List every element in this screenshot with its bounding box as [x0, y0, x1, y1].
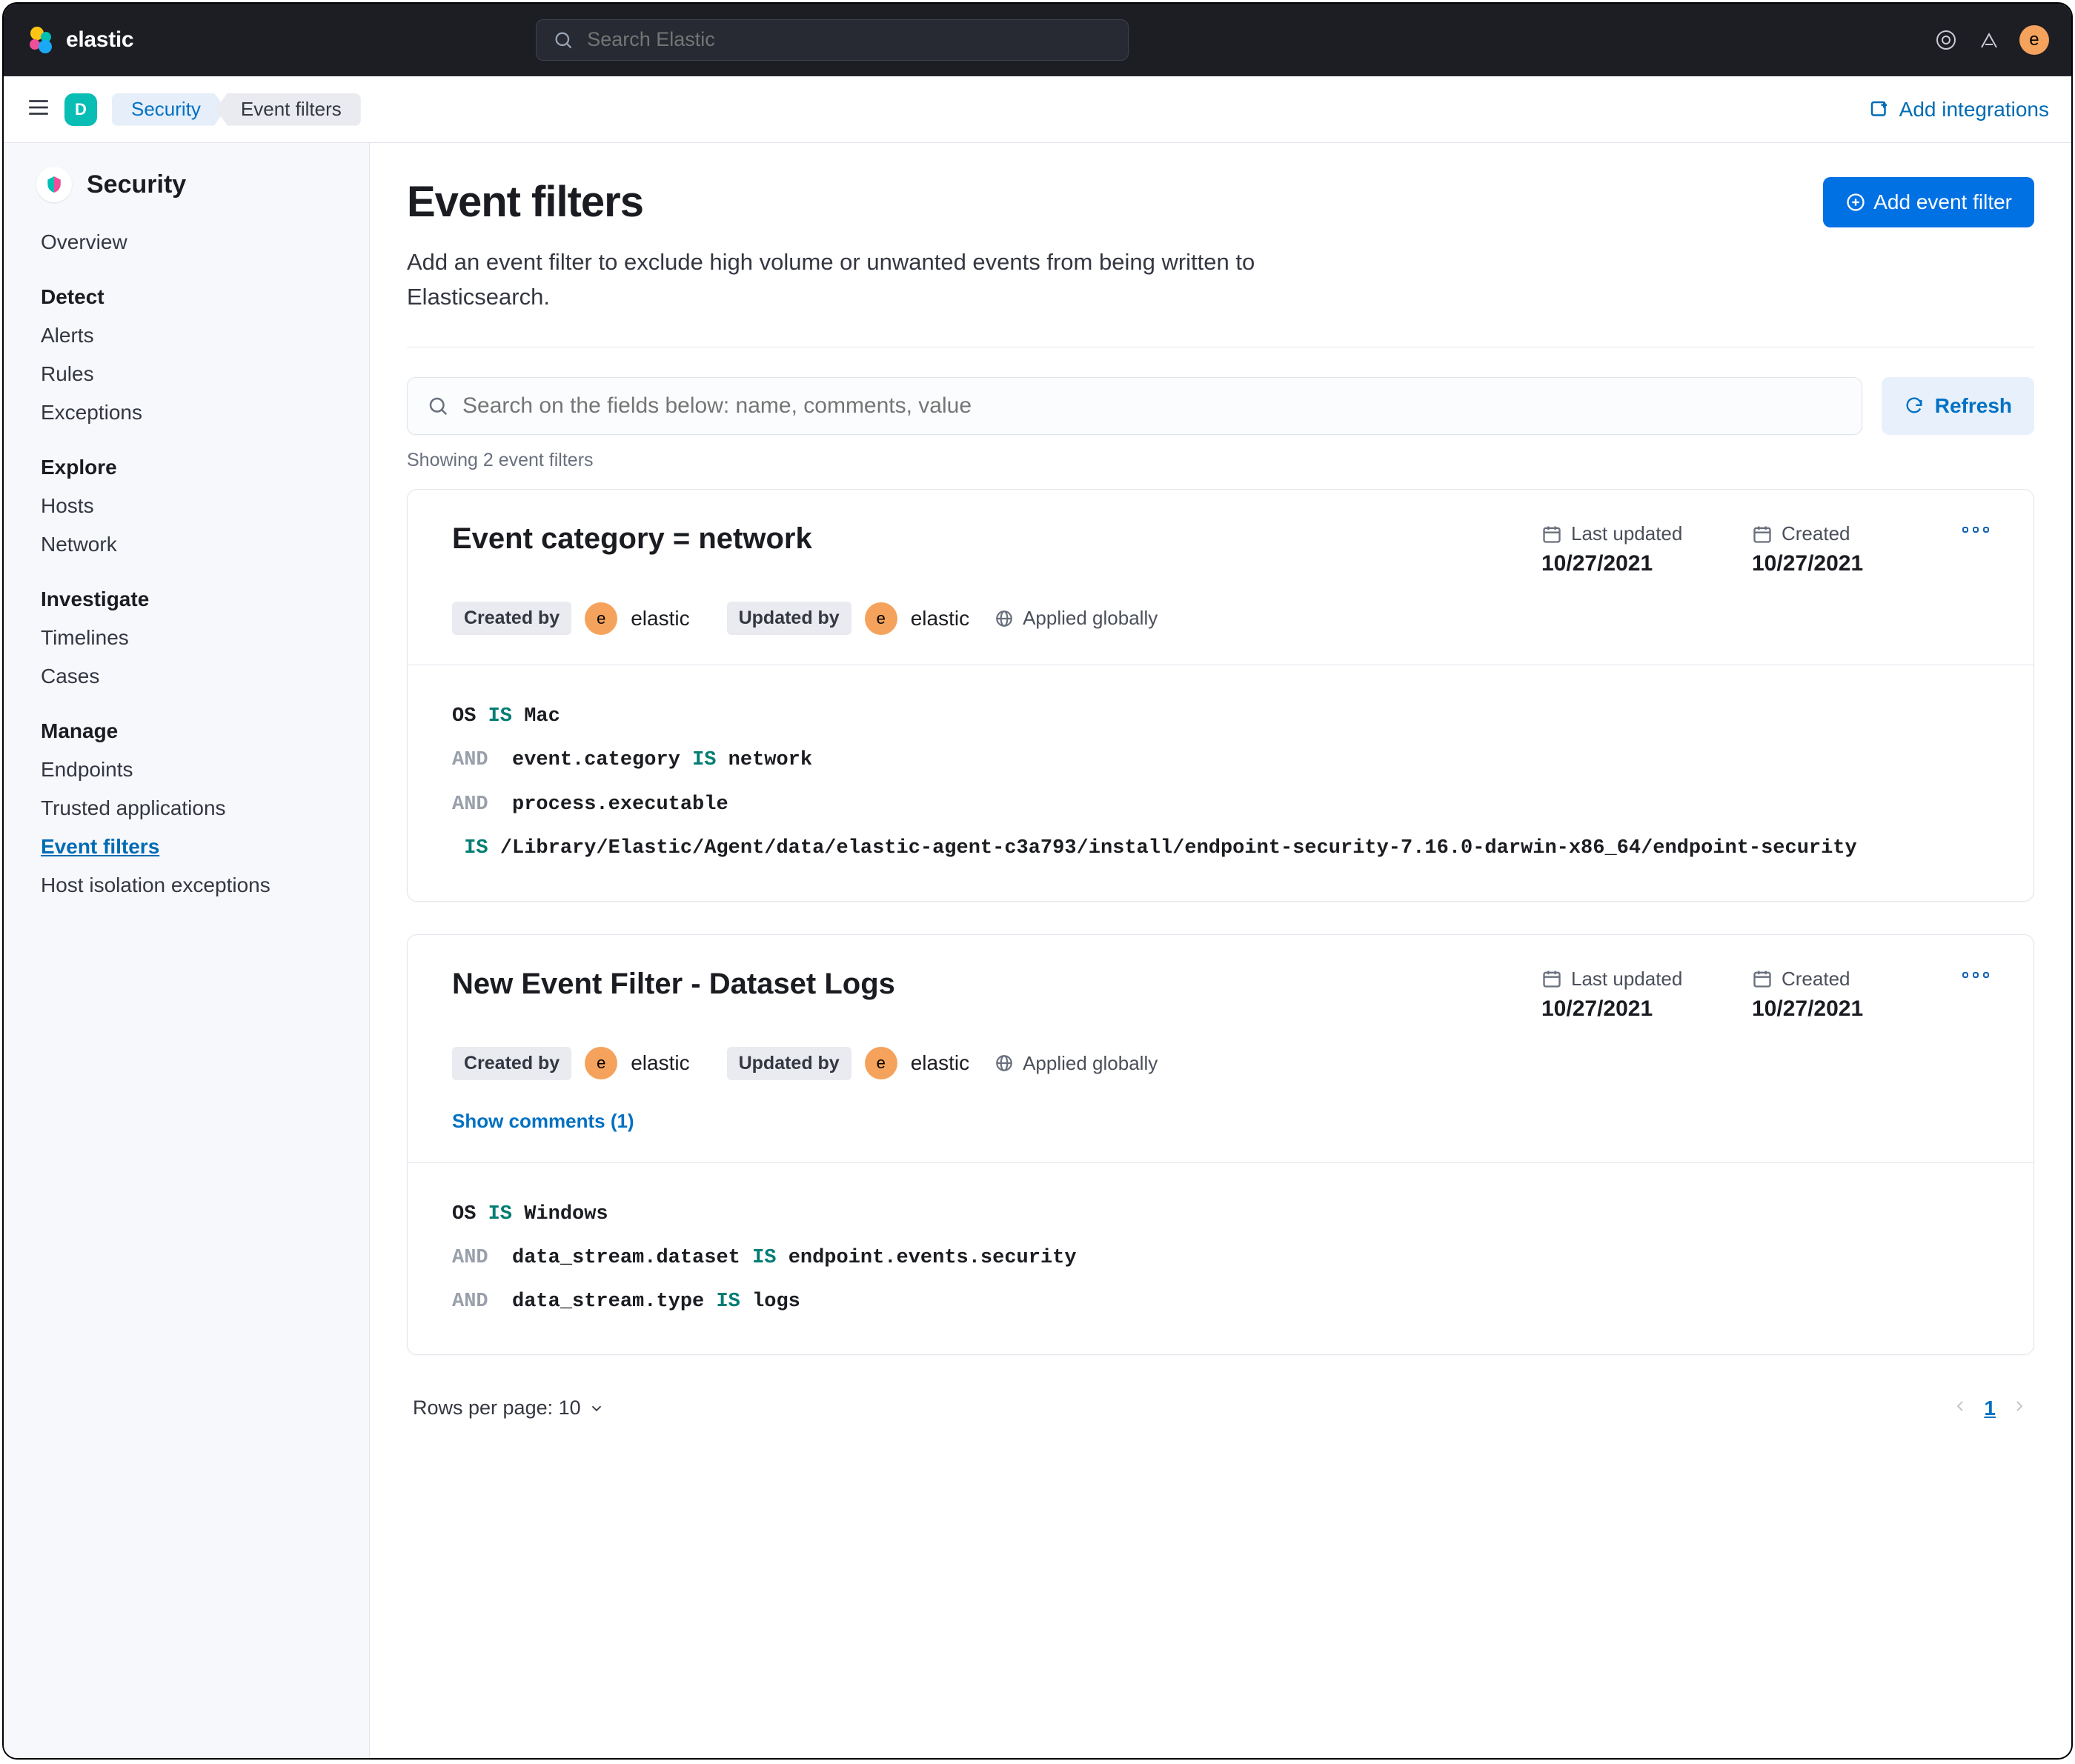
updated-by-user: elastic [911, 1051, 969, 1075]
chevron-right-icon [2011, 1397, 2028, 1415]
created-by-pill: Created by [452, 1047, 571, 1080]
add-integrations-link[interactable]: Add integrations [1868, 98, 2049, 122]
nav-event-filters[interactable]: Event filters [4, 828, 369, 866]
nav-heading-detect: Detect [4, 262, 369, 316]
breadcrumb-security[interactable]: Security [112, 93, 226, 126]
updated-by-pill: Updated by [727, 602, 851, 635]
page-number[interactable]: 1 [1984, 1397, 1996, 1420]
nav-hosts[interactable]: Hosts [4, 487, 369, 525]
nav-overview[interactable]: Overview [4, 223, 369, 262]
chevron-left-icon [1951, 1397, 1969, 1415]
created: Created10/27/2021 [1752, 968, 1930, 1022]
event-filter-card: New Event Filter - Dataset Logs Last upda… [407, 934, 2034, 1355]
card-actions-menu[interactable] [1962, 968, 1989, 978]
created-by-pill: Created by [452, 602, 571, 635]
scope-label: Applied globally [995, 1052, 1158, 1075]
next-page-button[interactable] [2011, 1397, 2028, 1419]
nav-heading-manage: Manage [4, 696, 369, 750]
globe-icon [995, 1054, 1014, 1073]
event-filter-card: Event category = network Last updated10/2… [407, 489, 2034, 902]
space-selector[interactable]: D [64, 93, 97, 126]
chevron-down-icon [588, 1400, 605, 1417]
logo-text: elastic [66, 27, 133, 53]
hamburger-icon [26, 95, 51, 120]
filter-search-input[interactable] [462, 393, 1842, 419]
created-by-avatar: e [585, 1047, 617, 1079]
last-updated: Last updated10/27/2021 [1541, 968, 1719, 1022]
created: Created10/27/2021 [1752, 522, 1930, 576]
search-icon [553, 30, 574, 50]
updated-by-user: elastic [911, 607, 969, 630]
sidebar: Security Overview Detect Alerts Rules Ex… [4, 143, 370, 1758]
subheader: D Security Event filters Add integration… [4, 76, 2071, 143]
elastic-logo[interactable]: elastic [26, 25, 133, 55]
nav-rules[interactable]: Rules [4, 355, 369, 393]
more-actions-icon [1962, 972, 1989, 978]
refresh-icon [1904, 396, 1925, 416]
plus-circle-icon [1845, 192, 1866, 213]
filter-search[interactable] [407, 377, 1862, 435]
globe-icon [995, 609, 1014, 628]
breadcrumb: Security Event filters [112, 93, 361, 126]
search-icon [427, 395, 449, 417]
last-updated: Last updated10/27/2021 [1541, 522, 1719, 576]
created-by-user: elastic [631, 1051, 689, 1075]
updated-by-avatar: e [865, 602, 897, 635]
nav-heading-investigate: Investigate [4, 564, 369, 619]
calendar-icon [1541, 968, 1562, 989]
package-plus-icon [1868, 99, 1890, 121]
page-description: Add an event filter to exclude high volu… [407, 245, 1355, 314]
show-comments-link[interactable]: Show comments (1) [452, 1110, 1989, 1133]
more-actions-icon [1962, 527, 1989, 533]
add-event-filter-button[interactable]: Add event filter [1823, 177, 2034, 227]
calendar-icon [1752, 968, 1773, 989]
pagination: 1 [1951, 1397, 2028, 1420]
nav-exceptions[interactable]: Exceptions [4, 393, 369, 432]
nav-endpoints[interactable]: Endpoints [4, 750, 369, 789]
updated-by-pill: Updated by [727, 1047, 851, 1080]
setup-guide-icon[interactable] [1976, 27, 2002, 53]
refresh-button[interactable]: Refresh [1882, 377, 2034, 435]
global-search-input[interactable] [587, 28, 1112, 51]
created-by-avatar: e [585, 602, 617, 635]
rows-per-page-selector[interactable]: Rows per page: 10 [413, 1397, 605, 1419]
updated-by-avatar: e [865, 1047, 897, 1079]
security-app-icon [36, 167, 72, 202]
page-title: Event filters [407, 177, 643, 227]
main-content: Event filters Add event filter Add an ev… [370, 143, 2071, 1758]
scope-label: Applied globally [995, 607, 1158, 630]
calendar-icon [1752, 524, 1773, 545]
filter-title: New Event Filter - Dataset Logs [452, 968, 1509, 1001]
prev-page-button[interactable] [1951, 1397, 1969, 1419]
created-by-user: elastic [631, 607, 689, 630]
elastic-logo-icon [26, 25, 56, 55]
user-avatar[interactable]: e [2019, 25, 2049, 55]
nav-host-isolation[interactable]: Host isolation exceptions [4, 866, 369, 905]
nav-heading-explore: Explore [4, 432, 369, 487]
nav-cases[interactable]: Cases [4, 657, 369, 696]
newsfeed-icon[interactable] [1933, 27, 1959, 53]
nav-trusted-apps[interactable]: Trusted applications [4, 789, 369, 828]
global-search[interactable] [536, 19, 1129, 61]
results-count: Showing 2 event filters [407, 450, 2034, 471]
app-header: elastic e [4, 4, 2071, 76]
filter-conditions: OS IS MacAND event.category IS networkAN… [408, 665, 2034, 901]
sidebar-app-title: Security [87, 170, 186, 199]
filter-title: Event category = network [452, 522, 1509, 556]
nav-timelines[interactable]: Timelines [4, 619, 369, 657]
nav-toggle-button[interactable] [26, 95, 51, 124]
nav-alerts[interactable]: Alerts [4, 316, 369, 355]
card-actions-menu[interactable] [1962, 522, 1989, 533]
calendar-icon [1541, 524, 1562, 545]
filter-conditions: OS IS WindowsAND data_stream.dataset IS … [408, 1163, 2034, 1354]
breadcrumb-event-filters: Event filters [216, 93, 361, 126]
nav-network[interactable]: Network [4, 525, 369, 564]
